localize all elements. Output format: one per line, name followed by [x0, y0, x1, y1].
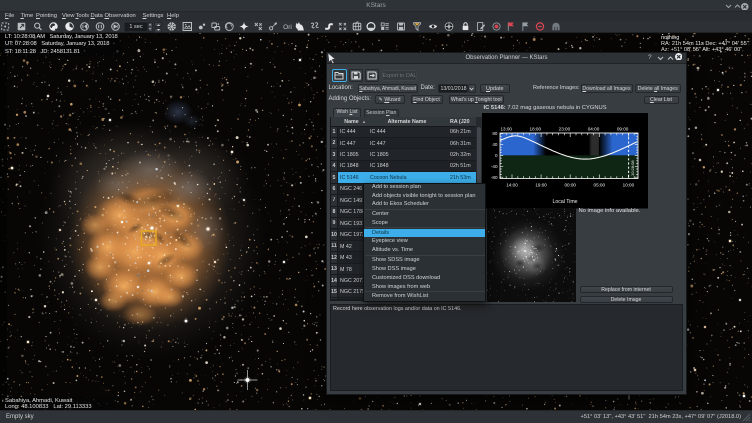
svg-text:-40: -40 — [491, 164, 498, 169]
svg-text:Ori: Ori — [283, 24, 292, 31]
svg-text:80: 80 — [492, 131, 498, 136]
svg-text:00:00: 00:00 — [564, 183, 576, 188]
svg-text:18:00: 18:00 — [530, 127, 542, 132]
svg-text:Local Time: Local Time — [552, 199, 577, 205]
svg-text:05:00: 05:00 — [594, 183, 606, 188]
svg-text:10:28:08: 10:28:08 — [630, 160, 635, 176]
svg-text:04:00: 04:00 — [588, 127, 600, 132]
svg-text:13:00: 13:00 — [500, 127, 512, 132]
svg-text:09:00: 09:00 — [617, 127, 629, 132]
svg-text:40: 40 — [492, 142, 498, 147]
svg-text:-80: -80 — [491, 175, 498, 180]
svg-text:23:00: 23:00 — [559, 127, 571, 132]
svg-text:14:00: 14:00 — [506, 183, 518, 188]
svg-text:10:00: 10:00 — [623, 183, 635, 188]
svg-text:0: 0 — [495, 153, 498, 158]
svg-text:19:00: 19:00 — [535, 183, 547, 188]
